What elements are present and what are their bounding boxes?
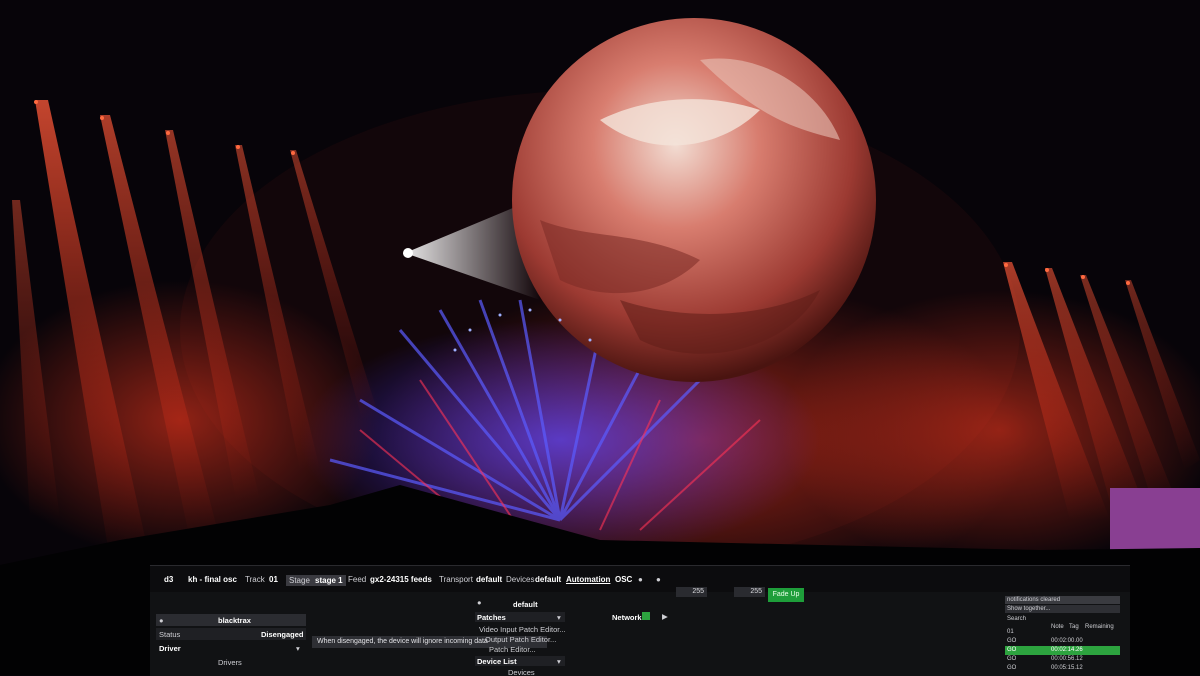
cue-table: 01 GO 00:02:00.00 GO 00:02:14.26 GO 00:00:5… (1005, 628, 1120, 673)
feed-value[interactable]: gx2-24315 feeds (370, 575, 432, 584)
table-row[interactable]: GO 00:00:56.12 (1005, 655, 1120, 664)
device-list-label: Device List (477, 657, 517, 666)
media-server-monitor: d3 kh - final osc Track 01 Stage stage 1… (150, 565, 1130, 676)
patch-item-patch[interactable]: Patch Editor... (489, 645, 536, 654)
patches-info-icon[interactable]: ● (477, 598, 482, 607)
track-value[interactable]: 01 (269, 575, 278, 584)
table-row[interactable]: GO 00:02:00.00 (1005, 637, 1120, 646)
level-field-2[interactable]: 255 (734, 587, 765, 597)
drivers-label: Drivers (218, 658, 242, 667)
osc-menu[interactable]: OSC (615, 575, 632, 584)
table-row[interactable]: GO 00:05:15.12 (1005, 664, 1120, 673)
stage-value[interactable]: stage 1 (312, 575, 346, 586)
osc-toggle-icon[interactable]: ● (638, 575, 643, 584)
table-row[interactable]: GO 00:02:14.26 (1005, 646, 1120, 655)
app-logo: d3 (164, 575, 174, 584)
device-panel: ● blacktrax Status Disengaged Driver ▾ D… (156, 614, 306, 674)
network-play-icon[interactable]: ▶ (662, 612, 668, 621)
network-panel: Network ▶ (608, 612, 678, 624)
status-label: Status (159, 630, 181, 639)
search-label: Search (1007, 616, 1027, 622)
patch-item-video-input[interactable]: Video Input Patch Editor... (479, 625, 566, 634)
top-toolbar: d3 kh - final osc Track 01 Stage stage 1… (150, 566, 1130, 592)
level-field-1[interactable]: 255 (676, 587, 707, 597)
driver-label: Driver (159, 644, 181, 653)
automation-menu[interactable]: Automation (566, 575, 610, 584)
device-list-chevron-icon[interactable]: ▾ (557, 657, 561, 666)
patches-chevron-icon[interactable]: ▾ (557, 613, 561, 622)
network-label: Network (612, 613, 642, 622)
devices-value[interactable]: default (535, 575, 561, 584)
default-label: default (513, 600, 538, 609)
status-value[interactable]: Disengaged (261, 630, 304, 639)
patch-item-output[interactable]: Output Patch Editor... (485, 635, 556, 644)
transport-value[interactable]: default (476, 575, 502, 584)
feed-label: Feed (348, 575, 367, 584)
project-name[interactable]: kh - final osc (188, 575, 237, 584)
devices-label: Devices (506, 575, 535, 584)
track-label: Track (245, 575, 265, 584)
patches-label: Patches (477, 613, 506, 622)
patches-panel: ● default Patches ▾ Video Input Patch Ed… (475, 596, 566, 676)
stage-label: Stage (286, 575, 313, 586)
notification-subheader: Show together... (1005, 605, 1120, 613)
info-icon[interactable]: ● (159, 616, 164, 625)
notification-header: notifications cleared (1005, 596, 1120, 604)
network-status-icon (642, 612, 650, 620)
fade-up-button[interactable]: Fade Up (768, 588, 804, 602)
brightness-icon: ● (656, 575, 661, 584)
cue-list-panel: notifications cleared Show together... S… (1005, 596, 1120, 676)
driver-chevron-icon[interactable]: ▾ (296, 644, 300, 653)
transport-label: Transport (439, 575, 473, 584)
table-row[interactable]: 01 (1005, 628, 1120, 637)
device-name: blacktrax (218, 616, 251, 625)
